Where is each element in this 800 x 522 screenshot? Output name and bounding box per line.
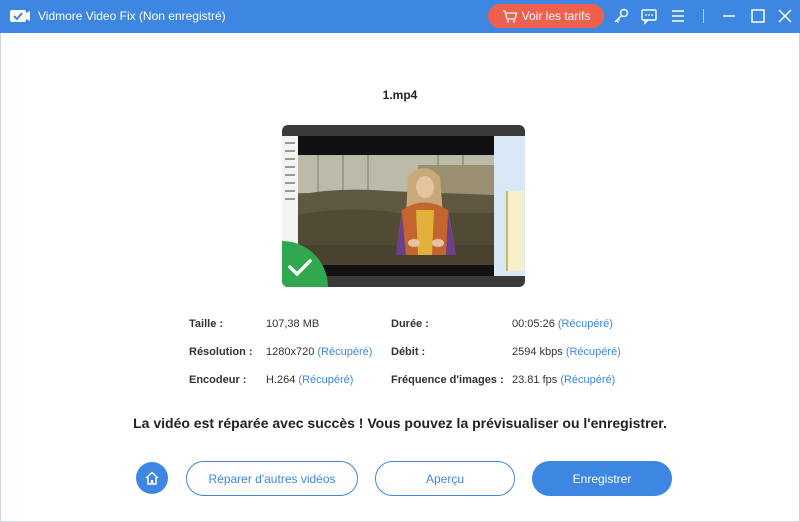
app-title: Vidmore Video Fix (Non enregistré) [38,9,226,23]
bitrate-label: Débit : [391,346,426,358]
size-value-text: 107,38 MB [266,318,320,330]
maximize-icon[interactable] [749,7,767,25]
success-message: La vidéo est réparée avec succès ! Vous … [133,415,667,431]
encoder-value-text: H.264 [266,374,296,386]
resolution-recovered-tag: (Récupéré) [317,346,373,358]
success-check-icon [282,237,332,287]
app-logo-icon [10,8,30,24]
bitrate-recovered-tag: (Récupéré) [565,346,621,358]
resolution-label: Résolution : [189,346,253,358]
bitrate-value-text: 2594 kbps [512,346,563,358]
bitrate-value: 2594 kbps (Récupéré) [512,346,621,358]
close-icon[interactable] [776,7,794,25]
repair-other-videos-button[interactable]: Réparer d'autres vidéos [186,461,358,496]
titlebar-divider [703,9,704,23]
key-icon[interactable] [612,7,630,25]
home-button[interactable] [136,462,168,494]
encoder-value: H.264 (Récupéré) [266,374,353,386]
resolution-value-text: 1280x720 [266,346,315,358]
duration-recovered-tag: (Récupéré) [557,318,613,330]
minimize-icon[interactable] [720,7,738,25]
cart-icon [502,9,517,23]
title-bar: Vidmore Video Fix (Non enregistré) Voir … [0,0,800,33]
file-name: 1.mp4 [382,88,418,102]
menu-icon[interactable] [669,7,687,25]
size-value: 107,38 MB [266,318,319,330]
encoder-label: Encodeur : [189,374,247,386]
save-button[interactable]: Enregistrer [532,461,672,496]
thumbnail-right-panel [494,136,525,276]
duration-value-text: 00:05:26 [512,318,555,330]
resolution-value: 1280x720 (Récupéré) [266,346,372,358]
framerate-value: 23.81 fps (Récupéré) [512,374,615,386]
size-label: Taille : [189,318,224,330]
pricing-label: Voir les tarifs [521,9,591,23]
home-icon [145,471,159,485]
encoder-recovered-tag: (Récupéré) [298,374,354,386]
video-thumbnail [282,125,525,287]
framerate-value-text: 23.81 fps [512,374,558,386]
duration-label: Durée : [391,318,429,330]
feedback-icon[interactable] [640,7,658,25]
preview-button[interactable]: Aperçu [375,461,515,496]
duration-value: 00:05:26 (Récupéré) [512,318,613,330]
pricing-button[interactable]: Voir les tarifs [488,4,604,28]
framerate-recovered-tag: (Récupéré) [560,374,616,386]
thumbnail-letterbox-top [298,136,494,155]
framerate-label: Fréquence d'images : [391,374,504,386]
